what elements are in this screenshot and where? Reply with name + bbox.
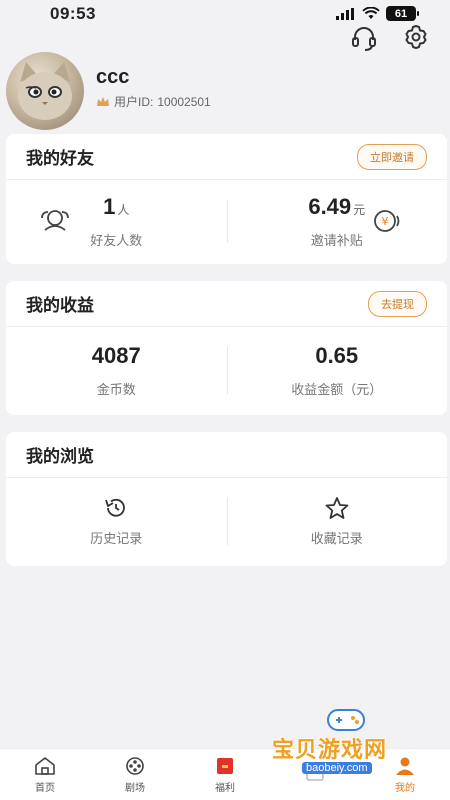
cat-avatar-icon <box>18 62 72 120</box>
divider <box>226 200 228 243</box>
battery-indicator: 61 <box>386 6 419 21</box>
nav-theater-label: 剧场 <box>125 782 145 794</box>
watermark-text: 宝贝游戏网 <box>272 737 388 762</box>
friend-count-unit: 人 <box>117 203 130 217</box>
earnings-title: 我的收益 <box>26 296 94 315</box>
yuan-coin-icon: ¥ <box>374 210 400 232</box>
earnings-card: 我的收益 去提现 4087 金币数 0.65 收益金额（元） <box>6 281 447 415</box>
withdraw-button[interactable]: 去提现 <box>368 290 427 317</box>
earnings-amount-label: 收益金额（元） <box>291 382 383 397</box>
divider <box>226 347 228 394</box>
cellular-signal-icon <box>336 7 354 20</box>
favorites-button[interactable]: 收藏记录 <box>227 478 448 565</box>
user-id-label: 用户ID: <box>114 95 154 109</box>
nav-welfare-label: 福利 <box>215 782 235 794</box>
invite-subsidy-unit: 元 <box>353 203 366 217</box>
browsing-title: 我的浏览 <box>26 447 94 466</box>
friends-icon <box>41 210 69 231</box>
coins-value: 4087 <box>91 343 141 368</box>
nav-home[interactable]: 首页 <box>0 749 90 800</box>
nav-welfare[interactable]: 福利 <box>180 749 270 800</box>
watermark: 宝贝游戏网 baobeiy.com <box>272 704 432 776</box>
header-actions <box>348 22 432 54</box>
gear-icon <box>405 25 427 49</box>
username: ccc <box>96 66 130 88</box>
invite-now-button[interactable]: 立即邀请 <box>357 143 427 170</box>
nav-theater[interactable]: 剧场 <box>90 749 180 800</box>
nav-home-label: 首页 <box>35 782 55 794</box>
gamepad-icon <box>327 709 365 731</box>
gift-icon <box>217 757 233 774</box>
divider <box>226 498 228 545</box>
invite-subsidy-label: 邀请补贴 <box>310 233 363 248</box>
nav-profile-label: 我的 <box>395 782 415 794</box>
history-button[interactable]: 历史记录 <box>6 478 227 565</box>
coins-label: 金币数 <box>96 382 136 397</box>
history-icon <box>105 498 126 517</box>
wifi-icon <box>362 7 380 19</box>
favorites-label: 收藏记录 <box>310 531 363 546</box>
svg-text:¥: ¥ <box>382 215 389 228</box>
star-icon <box>325 497 349 519</box>
avatar[interactable] <box>6 52 84 130</box>
browsing-card: 我的浏览 历史记录 收藏记录 <box>6 432 447 566</box>
headset-icon <box>352 27 376 51</box>
earnings-amount-value: 0.65 <box>315 343 359 368</box>
earnings-amount-stat[interactable]: 0.65 收益金额（元） <box>227 327 448 414</box>
settings-button[interactable] <box>400 22 432 54</box>
friend-count-label: 好友人数 <box>90 233 143 248</box>
watermark-url: baobeiy.com <box>302 762 372 774</box>
history-label: 历史记录 <box>90 531 143 546</box>
friend-count-value: 1 <box>103 194 116 219</box>
invite-subsidy-value: 6.49 <box>308 194 352 219</box>
friends-title: 我的好友 <box>26 149 94 168</box>
coins-stat[interactable]: 4087 金币数 <box>6 327 227 414</box>
status-icons: 61 <box>336 6 419 21</box>
crown-icon <box>97 96 109 106</box>
invite-subsidy-stat[interactable]: 6.49 元 邀请补贴 <box>227 180 448 263</box>
status-time: 09:53 <box>50 4 96 23</box>
home-icon <box>35 756 55 775</box>
friends-card: 我的好友 立即邀请 1人 好友人数 6.49 元 邀请补贴 ¥ <box>6 134 447 264</box>
user-id-row: 用户ID: 10002501 <box>96 93 211 110</box>
user-id-value: 10002501 <box>157 94 211 109</box>
customer-service-button[interactable] <box>348 22 380 54</box>
film-reel-icon <box>126 756 144 775</box>
